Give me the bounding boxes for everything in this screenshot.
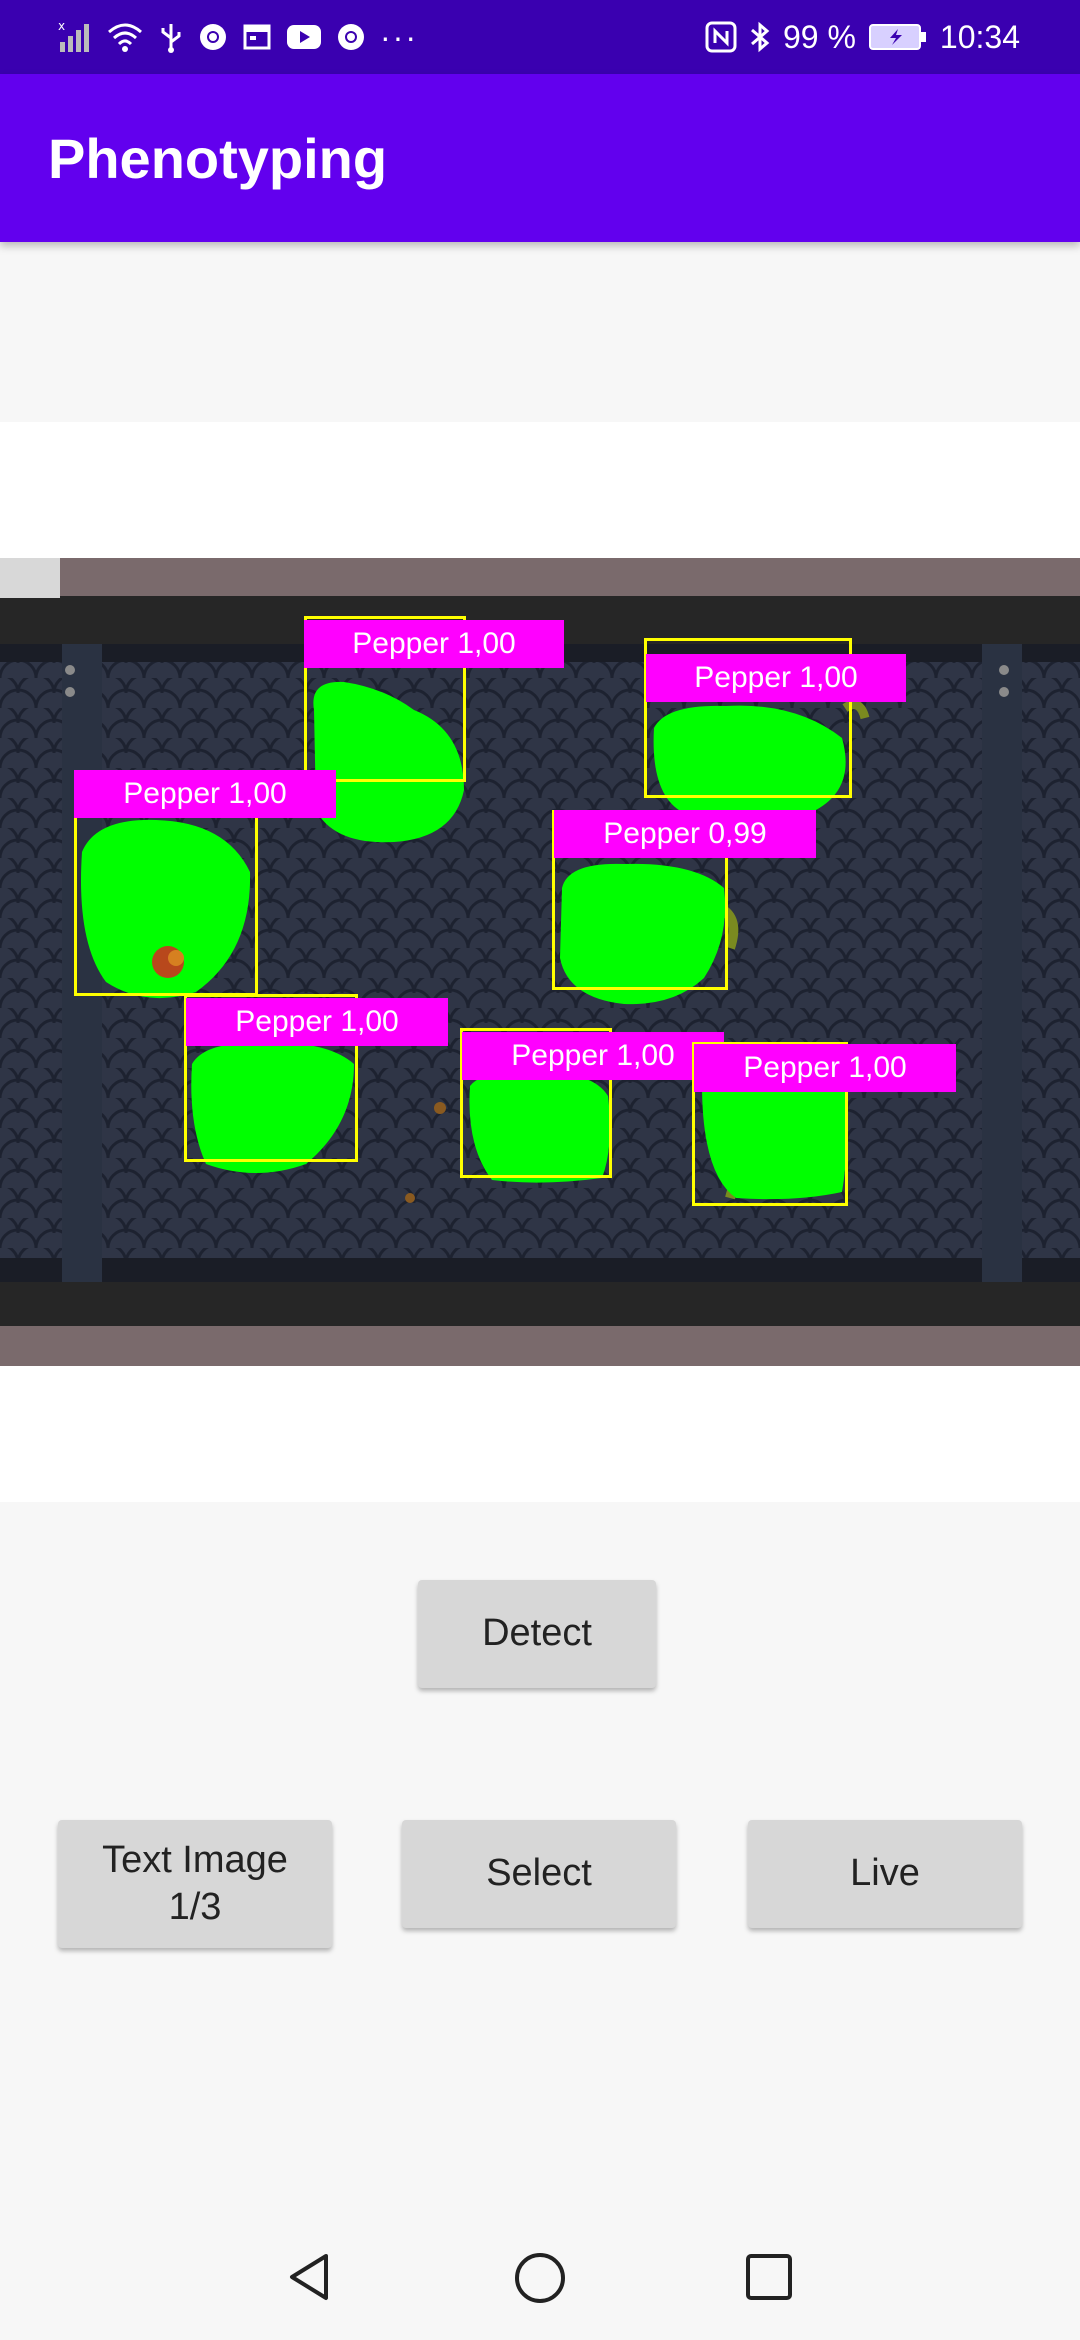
navigation-bar (0, 2210, 1080, 2340)
more-notifications-icon: ··· (380, 18, 418, 55)
wifi-icon (108, 23, 142, 52)
bluetooth-icon (751, 21, 770, 53)
status-right-icons: 99 % 10:34 (705, 16, 1020, 58)
page-title: Phenotyping (48, 127, 388, 190)
chrome-icon (338, 24, 364, 50)
select-button[interactable]: Select (402, 1820, 676, 1928)
text-image-label: Text Image (102, 1838, 288, 1881)
detection-label: Pepper 1,00 (304, 620, 564, 668)
calendar-icon (243, 24, 271, 50)
recents-square-icon[interactable] (744, 2252, 794, 2302)
youtube-icon (287, 25, 321, 49)
detect-button[interactable]: Detect (418, 1580, 656, 1688)
status-bar: x ··· 99 % 10:34 (0, 0, 1080, 74)
detection-label: Pepper 0,99 (554, 810, 816, 858)
back-triangle-icon[interactable] (284, 2250, 334, 2304)
battery-icon (868, 24, 926, 50)
home-circle-icon[interactable] (512, 2250, 568, 2306)
status-left-icons: x ··· (58, 16, 418, 58)
app-bar: Phenotyping (0, 74, 1080, 242)
detection-label: Pepper 1,00 (462, 1032, 724, 1080)
usb-icon (161, 24, 181, 53)
detection-label: Pepper 1,00 (74, 770, 336, 818)
live-button[interactable]: Live (748, 1820, 1022, 1928)
detection-label: Pepper 1,00 (694, 1044, 956, 1092)
detection-label: Pepper 1,00 (646, 654, 906, 702)
svg-text:x: x (58, 20, 65, 33)
chrome-icon (200, 24, 226, 50)
detection-label: Pepper 1,00 (186, 998, 448, 1046)
text-image-button[interactable]: Text Image 1/3 (58, 1820, 332, 1948)
text-image-counter: 1/3 (168, 1886, 222, 1928)
signal-icon: x (58, 20, 89, 52)
clock: 10:34 (939, 18, 1020, 55)
detection-image: Pepper 1,00 Pepper 1,00 Pepper 1,00 Pepp… (0, 558, 1080, 1366)
nfc-icon (705, 21, 737, 53)
battery-percent: 99 % (782, 18, 856, 55)
